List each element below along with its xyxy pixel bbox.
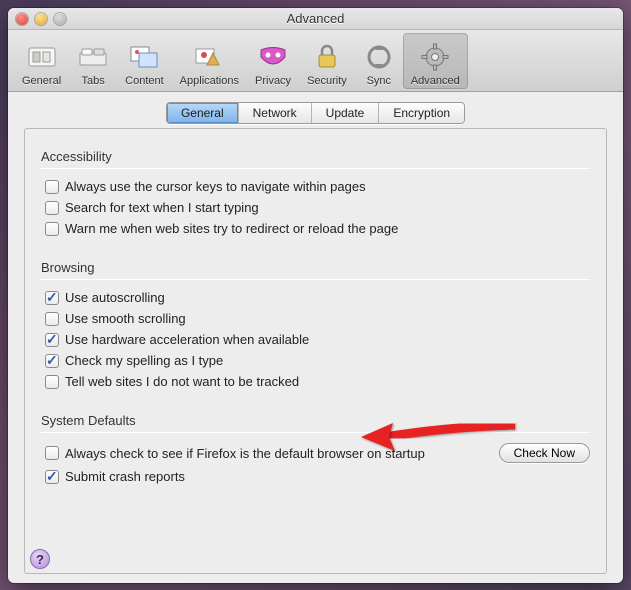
checkbox-search-text[interactable] <box>45 201 59 215</box>
toolbar-general[interactable]: General <box>14 33 69 89</box>
checkbox-label[interactable]: Always use the cursor keys to navigate w… <box>65 179 366 194</box>
checkbox-label[interactable]: Use autoscrolling <box>65 290 165 305</box>
checkbox-label[interactable]: Use hardware acceleration when available <box>65 332 309 347</box>
tab-update[interactable]: Update <box>312 103 380 123</box>
gear-icon <box>419 41 451 73</box>
sync-icon <box>363 41 395 73</box>
applications-icon <box>193 41 225 73</box>
checkbox-cursor-keys[interactable] <box>45 180 59 194</box>
toolbar-label: Tabs <box>82 75 105 87</box>
check-now-button[interactable]: Check Now <box>499 443 590 463</box>
window-title: Advanced <box>8 11 623 26</box>
toolbar-label: Sync <box>367 75 391 87</box>
tab-network[interactable]: Network <box>239 103 312 123</box>
checkbox-default-browser[interactable] <box>45 446 59 460</box>
switch-icon <box>26 41 58 73</box>
checkbox-do-not-track[interactable] <box>45 375 59 389</box>
checkbox-smooth-scroll[interactable] <box>45 312 59 326</box>
tab-label: General <box>181 106 224 120</box>
checkbox-hw-accel[interactable] <box>45 333 59 347</box>
preferences-window: Advanced General Tabs Content Applicatio… <box>8 8 623 583</box>
checkbox-label[interactable]: Tell web sites I do not want to be track… <box>65 374 299 389</box>
tab-label: Update <box>326 106 365 120</box>
advanced-general-panel: Accessibility Always use the cursor keys… <box>24 128 607 574</box>
toolbar-advanced[interactable]: Advanced <box>403 33 468 89</box>
toolbar-label: General <box>22 75 61 87</box>
titlebar[interactable]: Advanced <box>8 8 623 30</box>
toolbar-label: Applications <box>180 75 239 87</box>
lock-icon <box>311 41 343 73</box>
toolbar-security[interactable]: Security <box>299 33 355 89</box>
checkbox-label[interactable]: Warn me when web sites try to redirect o… <box>65 221 398 236</box>
tab-encryption[interactable]: Encryption <box>379 103 464 123</box>
checkbox-label[interactable]: Use smooth scrolling <box>65 311 186 326</box>
checkbox-warn-redirect[interactable] <box>45 222 59 236</box>
divider <box>41 432 590 433</box>
checkbox-label[interactable]: Always check to see if Firefox is the de… <box>65 446 425 461</box>
tab-general[interactable]: General <box>167 103 239 123</box>
subtabs: General Network Update Encryption <box>24 102 607 124</box>
checkbox-autoscroll[interactable] <box>45 291 59 305</box>
checkbox-label[interactable]: Search for text when I start typing <box>65 200 259 215</box>
toolbar-sync[interactable]: Sync <box>355 33 403 89</box>
section-title-accessibility: Accessibility <box>41 149 590 164</box>
toolbar-applications[interactable]: Applications <box>172 33 247 89</box>
panel-wrap: General Network Update Encryption Access… <box>8 92 623 588</box>
toolbar: General Tabs Content Applications Privac… <box>8 30 623 92</box>
checkbox-label[interactable]: Check my spelling as I type <box>65 353 223 368</box>
tabs-icon <box>77 41 109 73</box>
mask-icon <box>257 41 289 73</box>
toolbar-label: Content <box>125 75 164 87</box>
toolbar-label: Advanced <box>411 75 460 87</box>
tab-label: Network <box>253 106 297 120</box>
divider <box>41 168 590 169</box>
toolbar-tabs[interactable]: Tabs <box>69 33 117 89</box>
checkbox-spellcheck[interactable] <box>45 354 59 368</box>
question-icon: ? <box>36 552 44 567</box>
help-button[interactable]: ? <box>30 549 50 569</box>
checkbox-crash-reports[interactable] <box>45 470 59 484</box>
checkbox-label[interactable]: Submit crash reports <box>65 469 185 484</box>
divider <box>41 279 590 280</box>
toolbar-label: Privacy <box>255 75 291 87</box>
toolbar-content[interactable]: Content <box>117 33 172 89</box>
section-title-defaults: System Defaults <box>41 413 590 428</box>
toolbar-privacy[interactable]: Privacy <box>247 33 299 89</box>
section-title-browsing: Browsing <box>41 260 590 275</box>
toolbar-label: Security <box>307 75 347 87</box>
content-icon <box>128 41 160 73</box>
tab-label: Encryption <box>393 106 450 120</box>
